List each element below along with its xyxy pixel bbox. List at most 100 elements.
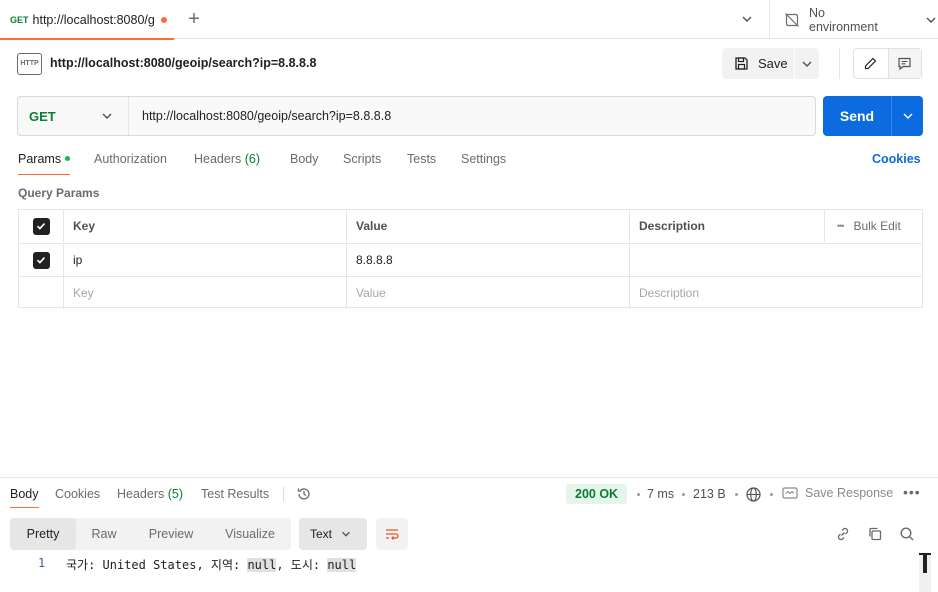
pencil-icon[interactable]	[854, 49, 888, 78]
table-row: ip 8.8.8.8	[19, 243, 922, 276]
params-tab-indicator	[18, 174, 70, 175]
response-more-icon[interactable]: •••	[903, 484, 921, 500]
save-chevron-down-icon[interactable]	[795, 48, 819, 79]
meta-dot	[735, 493, 738, 496]
select-all-checkbox[interactable]	[19, 210, 64, 242]
params-header-row: Key Value Description ••• Bulk Edit	[19, 210, 922, 243]
url-bar: GET http://localhost:8080/geoip/search?i…	[17, 96, 816, 136]
environment-label: No environment	[809, 5, 878, 34]
line-number: 1	[38, 556, 46, 570]
meta-dot	[637, 493, 640, 496]
format-value: Text	[310, 527, 333, 541]
save-response-icon	[782, 486, 798, 500]
code-country-text: 국가: United States, 지역:	[66, 558, 248, 572]
tab-headers[interactable]: Headers (6)	[194, 152, 260, 166]
column-header-key: Key	[64, 210, 347, 242]
tab-params-label: Params	[18, 152, 62, 166]
param-key-input[interactable]: ip	[64, 244, 347, 276]
tab-authorization[interactable]: Authorization	[94, 152, 167, 166]
tabs-chevron-down-icon[interactable]	[740, 12, 754, 26]
http-request-icon: HTTP	[17, 53, 42, 75]
response-tab-cookies[interactable]: Cookies	[55, 487, 100, 501]
more-dots-icon: •••	[837, 221, 845, 231]
save-disk-icon	[734, 56, 749, 71]
response-headers-label: Headers	[117, 487, 165, 501]
method-value: GET	[29, 108, 56, 124]
response-view-tabs: Pretty Raw Preview Visualize	[10, 518, 291, 550]
wrap-lines-icon[interactable]	[376, 518, 408, 550]
param-value-input[interactable]: 8.8.8.8	[347, 244, 630, 276]
copy-icon[interactable]	[867, 526, 883, 542]
response-body-line[interactable]: 국가: United States, 지역: null, 도시: null	[66, 556, 357, 573]
response-tab-separator	[283, 487, 284, 501]
send-button-group: Send	[823, 96, 923, 136]
new-description-input[interactable]: Description	[630, 277, 824, 309]
tab-headers-label: Headers	[194, 152, 242, 166]
empty-checkbox-cell	[19, 277, 64, 309]
view-preview[interactable]: Preview	[132, 518, 210, 550]
globe-icon[interactable]	[745, 486, 762, 503]
checkbox-checked-icon	[32, 251, 50, 269]
meta-dot	[682, 493, 685, 496]
request-title[interactable]: http://localhost:8080/geoip/search?ip=8.…	[50, 56, 316, 70]
tab-url: http://localhost:8080/geoip/search?ip=8.…	[32, 12, 155, 27]
tab-scripts[interactable]: Scripts	[343, 152, 381, 166]
save-button[interactable]: Save	[722, 48, 795, 79]
tab-method: GET	[10, 14, 29, 25]
checkbox-checked-icon	[32, 217, 50, 235]
comment-icon[interactable]	[887, 49, 921, 78]
save-response-label: Save Response	[805, 486, 894, 500]
response-tab-test-results[interactable]: Test Results	[201, 487, 269, 501]
format-select[interactable]: Text	[299, 518, 367, 550]
tab-tests[interactable]: Tests	[407, 152, 436, 166]
response-size[interactable]: 213 B	[693, 487, 726, 501]
cookies-link[interactable]: Cookies	[872, 152, 921, 166]
response-time[interactable]: 7 ms	[647, 487, 674, 501]
edit-comment-group	[853, 48, 922, 79]
active-tab-indicator	[0, 38, 174, 40]
send-chevron-down-icon[interactable]	[892, 96, 923, 136]
send-button[interactable]: Send	[823, 96, 892, 136]
env-divider	[769, 0, 770, 39]
format-chevron-down-icon	[340, 528, 352, 540]
new-tab-plus-icon[interactable]: +	[184, 9, 204, 29]
code-city-text: , 도시:	[276, 558, 328, 572]
view-pretty[interactable]: Pretty	[10, 518, 76, 550]
environment-chevron-down-icon	[924, 13, 938, 27]
method-select[interactable]: GET	[18, 97, 129, 135]
environment-select[interactable]: No environment	[784, 0, 938, 39]
save-button-group: Save	[722, 48, 819, 79]
row-checkbox[interactable]	[19, 244, 64, 276]
tab-settings[interactable]: Settings	[461, 152, 506, 166]
table-row-empty: Key Value Description	[19, 276, 922, 309]
history-icon[interactable]	[296, 486, 312, 502]
search-icon[interactable]	[899, 526, 915, 542]
tab-body[interactable]: Body	[290, 152, 319, 166]
view-raw[interactable]: Raw	[76, 518, 132, 550]
new-value-input[interactable]: Value	[347, 277, 630, 309]
meta-dot	[770, 493, 773, 496]
save-response-button[interactable]: Save Response	[782, 486, 893, 500]
unsaved-dot-icon	[160, 16, 167, 23]
column-header-description: Description	[639, 219, 706, 233]
code-city-null: null	[327, 558, 357, 572]
response-tab-headers[interactable]: Headers (5)	[117, 487, 183, 501]
url-input[interactable]: http://localhost:8080/geoip/search?ip=8.…	[142, 109, 391, 123]
code-scrollbar[interactable]	[919, 553, 931, 592]
response-tab-body[interactable]: Body	[10, 487, 39, 501]
column-header-value: Value	[347, 210, 630, 242]
scrollbar-thumb[interactable]	[923, 555, 927, 573]
link-icon[interactable]	[835, 526, 851, 542]
status-badge[interactable]: 200 OK	[566, 484, 628, 504]
response-tab-indicator	[10, 507, 39, 508]
response-headers-count: (5)	[167, 487, 184, 501]
tab-params[interactable]: Params	[18, 152, 71, 166]
no-environment-icon	[784, 12, 800, 28]
new-key-input[interactable]: Key	[64, 277, 347, 309]
response-divider[interactable]	[0, 477, 938, 478]
bulk-edit-label: Bulk Edit	[853, 219, 901, 233]
bulk-edit-button[interactable]: ••• Bulk Edit	[824, 210, 922, 242]
param-description-input[interactable]	[630, 244, 824, 276]
view-visualize[interactable]: Visualize	[210, 518, 290, 550]
request-tab[interactable]: GET http://localhost:8080/geoip/search?i…	[0, 0, 174, 39]
